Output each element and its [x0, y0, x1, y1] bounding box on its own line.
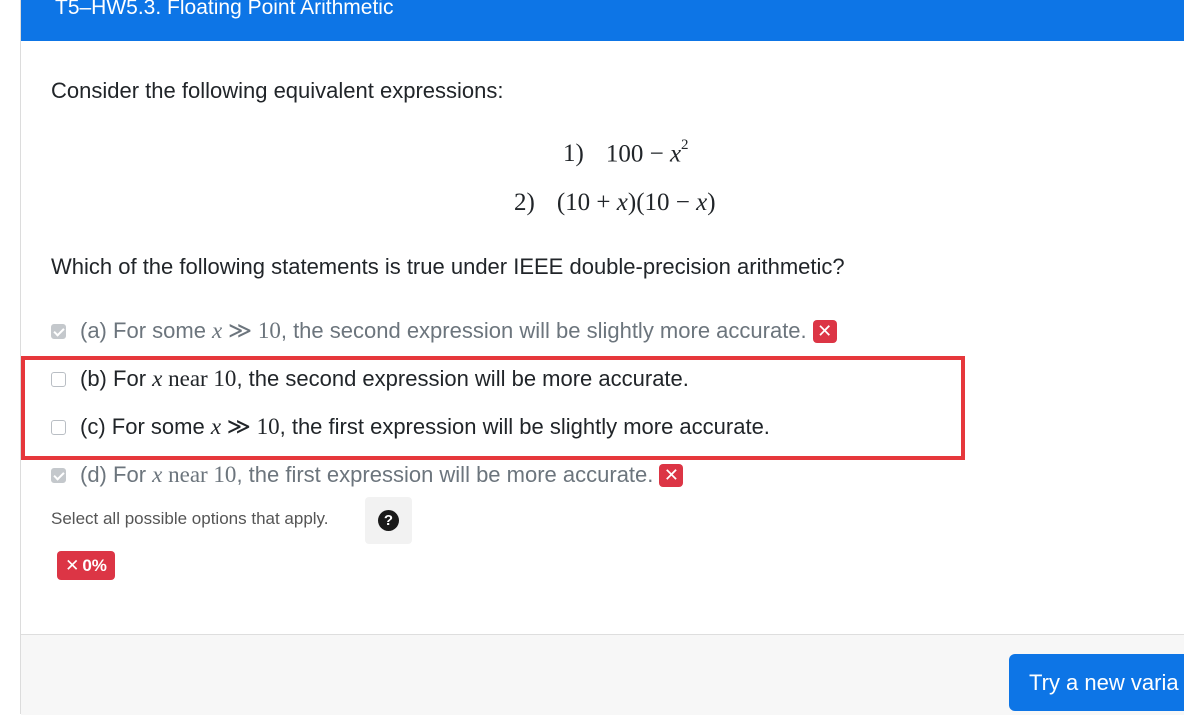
annotation-highlight-box	[21, 356, 965, 460]
expression-1: 1) 100 − x2	[563, 134, 689, 168]
option-d-pre: For	[113, 462, 153, 487]
score-badge: ✕ 0%	[57, 551, 115, 580]
option-d-rel: near 10	[162, 462, 237, 487]
helper-text: Select all possible options that apply.	[51, 509, 329, 528]
option-a-pre: For some	[113, 318, 213, 343]
card-footer: Try a new varia	[21, 634, 1184, 715]
option-a-letter: (a)	[80, 318, 107, 343]
incorrect-icon: ✕	[659, 463, 684, 487]
page-title: T5–HW5.3. Floating Point Arithmetic	[55, 0, 394, 19]
expression-1-sup: 2	[681, 137, 689, 153]
question-stem: Which of the following statements is tru…	[51, 254, 845, 279]
option-a-label: (a) For some x ≫ 10, the second expressi…	[80, 318, 807, 344]
expression-2-number: 2)	[514, 189, 535, 216]
option-d-label: (d) For x near 10, the first expression …	[80, 462, 653, 488]
try-new-variant-button[interactable]: Try a new varia	[1009, 654, 1184, 711]
expression-2-var2: x	[696, 189, 708, 216]
incorrect-icon: ✕	[65, 555, 80, 576]
help-button[interactable]: ?	[365, 497, 412, 544]
score-value: 0%	[82, 555, 107, 575]
card-header: T5–HW5.3. Floating Point Arithmetic	[21, 0, 1184, 41]
option-a-var: x	[212, 318, 223, 343]
question-mark-icon: ?	[378, 510, 399, 531]
option-a-rel: ≫ 10	[222, 318, 281, 343]
option-a-post: , the second expression will be slightly…	[280, 318, 807, 343]
expression-2-var: x	[616, 189, 628, 216]
option-d-letter: (d)	[80, 462, 107, 487]
expression-2-mid: )(10 −	[627, 189, 697, 216]
incorrect-icon: ✕	[812, 319, 837, 343]
option-d-post: , the first expression will be more accu…	[236, 462, 654, 487]
expression-2-before: (10 +	[556, 189, 617, 216]
expression-1-number: 1)	[563, 140, 584, 168]
option-a[interactable]: (a) For some x ≫ 10, the second expressi…	[51, 316, 837, 346]
option-d-var: x	[152, 462, 163, 487]
expression-2: 2) (10 + x)(10 − x)	[514, 189, 716, 217]
option-a-checkbox[interactable]	[51, 323, 66, 339]
expression-2-after: )	[707, 189, 716, 216]
expression-1-before: 100 −	[605, 140, 670, 168]
option-d-checkbox[interactable]	[51, 467, 66, 483]
question-prompt: Consider the following equivalent expres…	[51, 78, 504, 103]
expression-1-var: x	[669, 140, 682, 168]
option-d[interactable]: (d) For x near 10, the first expression …	[51, 460, 684, 490]
